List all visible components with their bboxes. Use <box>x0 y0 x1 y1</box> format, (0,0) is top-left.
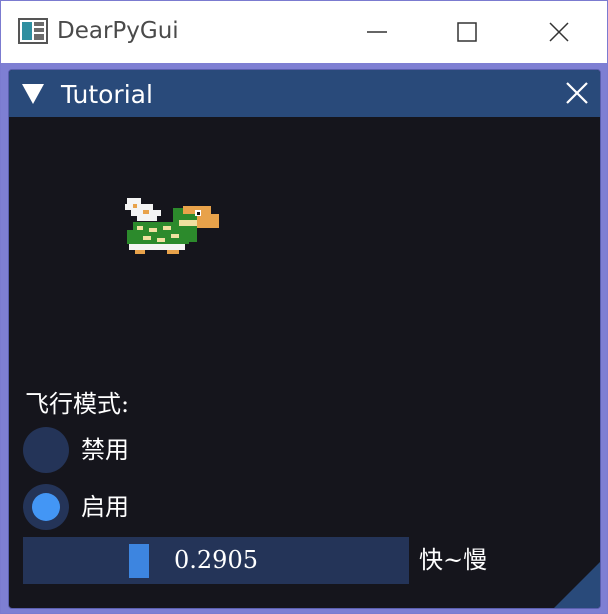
speed-slider[interactable]: 0.2905 <box>23 537 409 584</box>
panel-title: Tutorial <box>61 80 153 109</box>
radio-label-disabled: 禁用 <box>81 436 129 464</box>
app-window: DearPyGui Tutorial 飞行模式: 禁用 启用 0.2905 快~… <box>0 0 608 614</box>
radio-option-enabled[interactable]: 启用 <box>23 484 129 530</box>
maximize-icon <box>457 22 477 42</box>
tutorial-panel: Tutorial 飞行模式: 禁用 启用 0.2905 快~慢 <box>8 69 601 609</box>
panel-header[interactable]: Tutorial <box>9 70 600 117</box>
close-button[interactable] <box>513 1 605 63</box>
window-title: DearPyGui <box>57 18 179 44</box>
slider-value: 0.2905 <box>174 546 258 574</box>
minimize-button[interactable] <box>331 1 423 63</box>
radio-selected-dot <box>32 493 60 521</box>
triangle-down-icon[interactable] <box>21 83 45 105</box>
os-titlebar[interactable]: DearPyGui <box>1 1 607 63</box>
radio-button-disabled[interactable] <box>23 427 69 473</box>
radio-option-disabled[interactable]: 禁用 <box>23 427 129 473</box>
slider-label: 快~慢 <box>419 546 488 574</box>
resize-grip-icon[interactable] <box>554 562 600 608</box>
app-icon <box>18 18 48 44</box>
radio-label-enabled: 启用 <box>81 493 129 521</box>
maximize-button[interactable] <box>421 1 513 63</box>
minimize-icon <box>367 31 387 33</box>
panel-close-icon[interactable] <box>564 80 590 106</box>
flight-mode-label: 飞行模式: <box>25 390 130 418</box>
client-area: Tutorial 飞行模式: 禁用 启用 0.2905 快~慢 <box>1 63 607 613</box>
flying-turtle-sprite <box>125 198 219 254</box>
radio-button-enabled[interactable] <box>23 484 69 530</box>
close-icon <box>549 22 569 42</box>
